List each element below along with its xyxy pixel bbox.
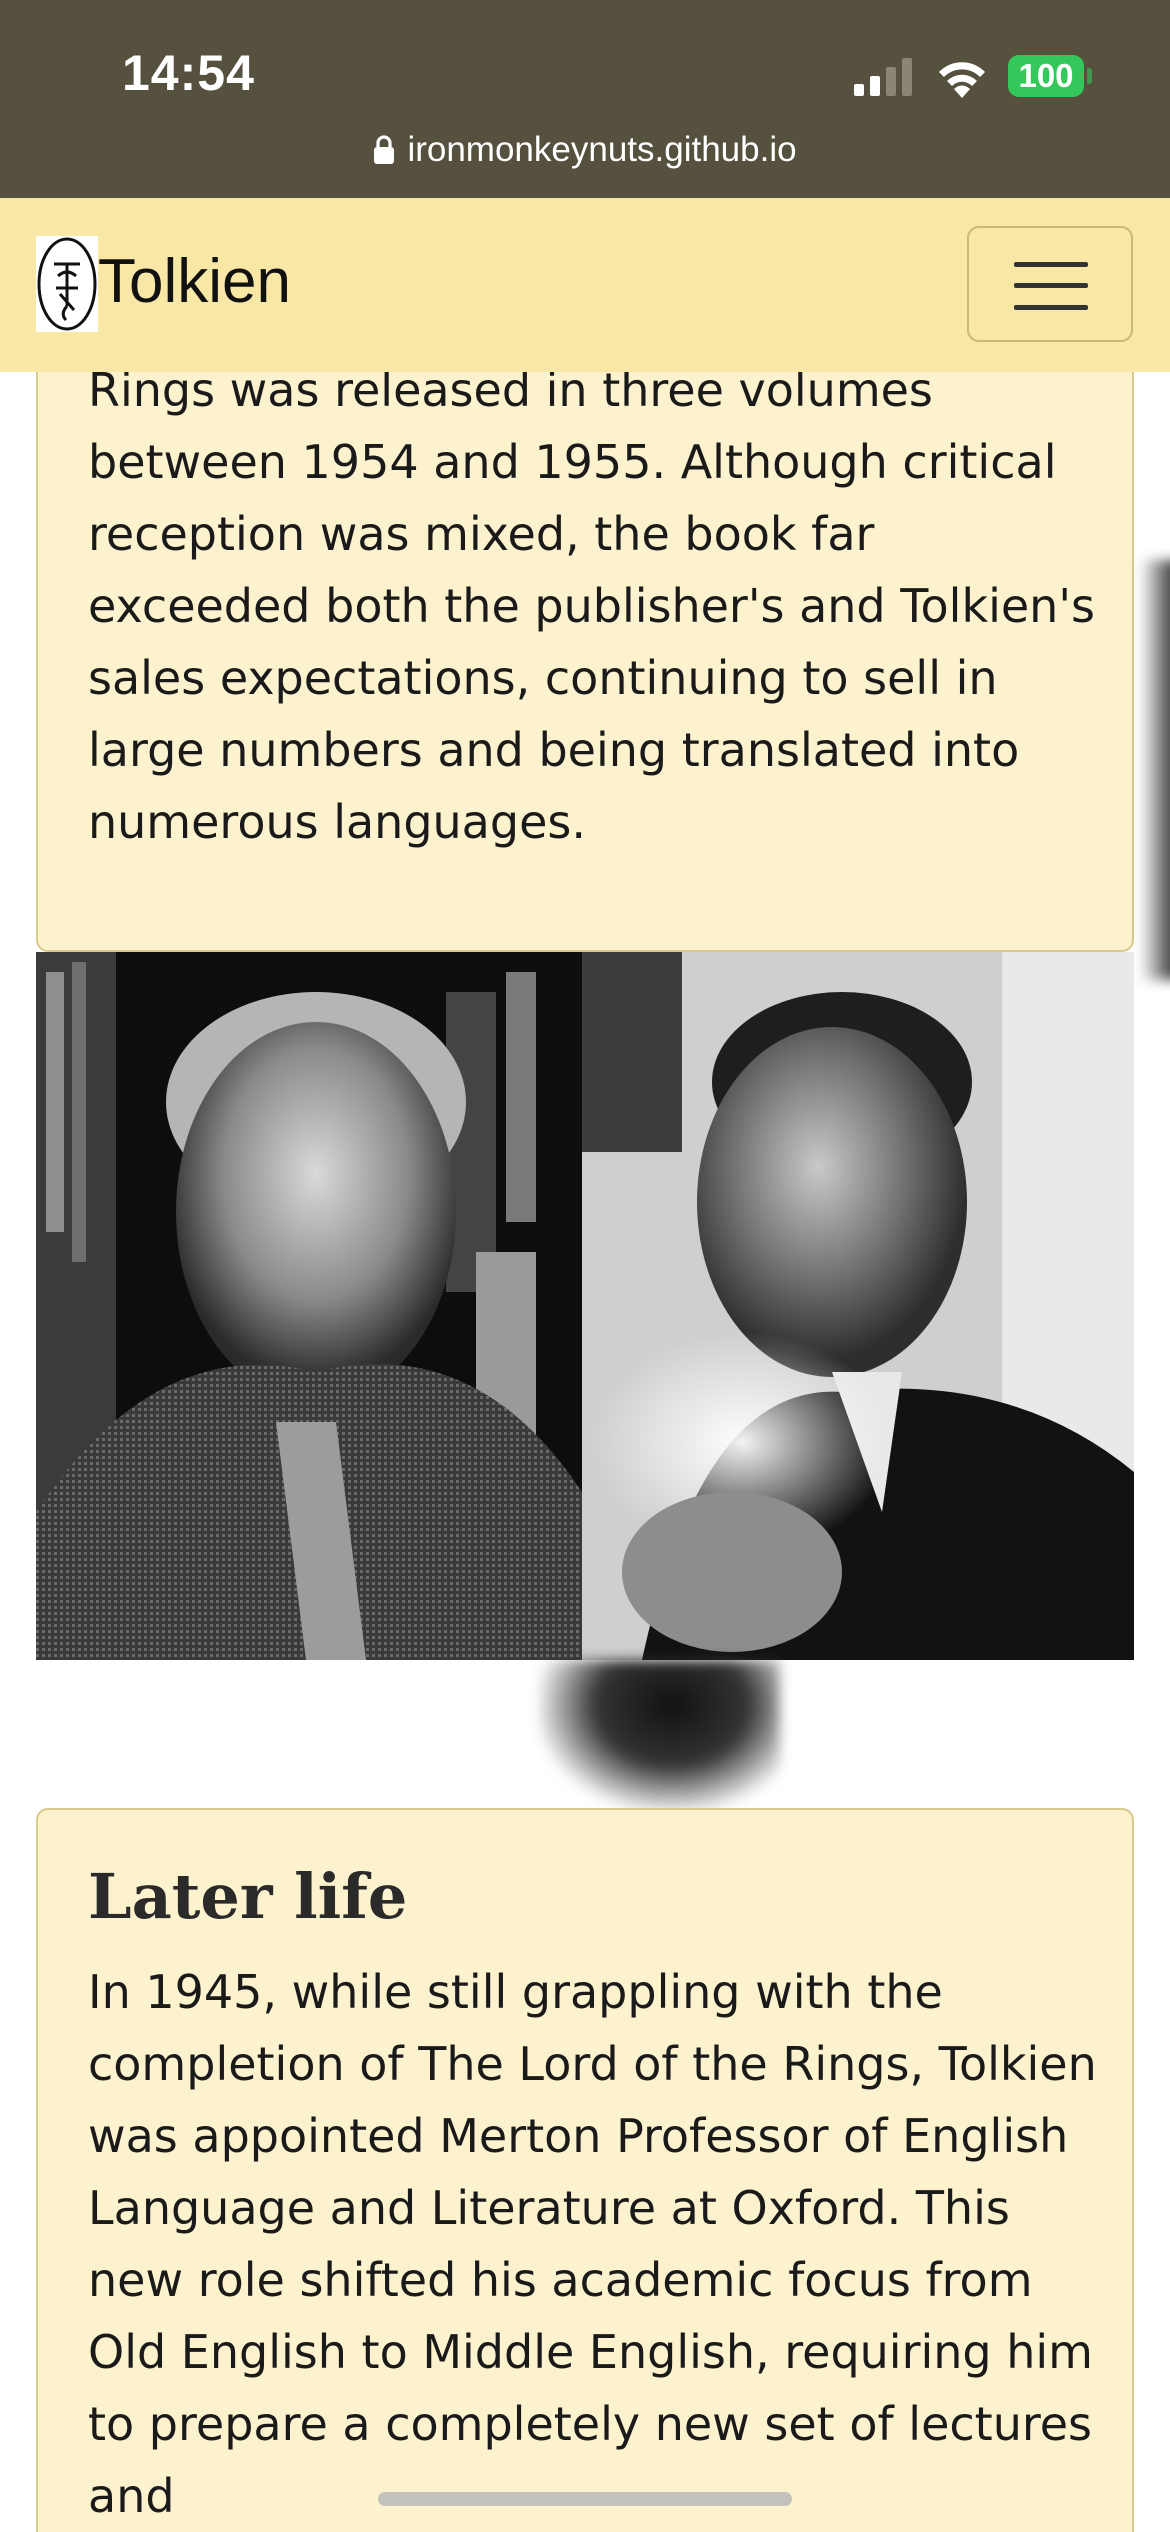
later-life-card: Later life In 1945, while still grapplin… xyxy=(36,1808,1134,2532)
tolkien-portrait-photo xyxy=(36,952,582,1660)
later-life-text: In 1945, while still grappling with the … xyxy=(88,1965,1097,2523)
status-time: 14:54 xyxy=(122,45,255,101)
publication-text: Rings was released in three volumes betw… xyxy=(88,363,1095,849)
battery-indicator: 100 xyxy=(1008,55,1084,97)
publication-card: Rings was released in three volumes betw… xyxy=(36,330,1134,952)
hamburger-menu-icon-bottom xyxy=(1014,305,1088,310)
wifi-icon xyxy=(939,62,985,98)
hamburger-menu-icon-middle xyxy=(1014,283,1088,288)
home-indicator[interactable] xyxy=(378,2492,792,2506)
battery-nub xyxy=(1087,68,1092,84)
hamburger-menu-button[interactable] xyxy=(967,226,1133,342)
cellular-signal-icon xyxy=(854,58,912,96)
decorative-shadow xyxy=(1140,560,1170,980)
hamburger-menu-icon xyxy=(1014,262,1088,267)
later-life-heading: Later life xyxy=(88,1860,408,1933)
address-bar[interactable]: ironmonkeynuts.github.io xyxy=(0,124,1170,176)
tolkien-monogram-logo[interactable] xyxy=(36,236,98,332)
lock-icon xyxy=(374,135,395,164)
url-text: ironmonkeynuts.github.io xyxy=(407,130,797,169)
status-bar: 14:54 100 ironmonkeynuts.github.io xyxy=(0,0,1170,198)
cs-lewis-portrait-photo xyxy=(582,952,1134,1660)
decorative-blur xyxy=(540,1660,780,1810)
navbar: Tolkien xyxy=(0,198,1170,372)
brand-name[interactable]: Tolkien xyxy=(98,246,291,317)
